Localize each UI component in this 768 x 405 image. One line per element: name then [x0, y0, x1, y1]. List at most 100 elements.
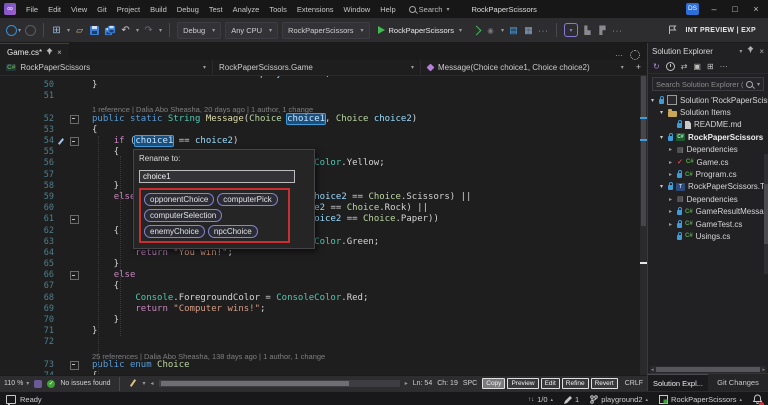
sync-commits-indicator[interactable]: ↑↓ 1/0 ▴: [528, 395, 553, 404]
rename-suggestion-chip[interactable]: npcChoice: [207, 224, 258, 238]
menu-project[interactable]: Project: [112, 5, 145, 14]
navigate-forward-icon[interactable]: [25, 23, 37, 37]
new-project-chevron[interactable]: ▾: [67, 27, 70, 34]
minimize-button[interactable]: –: [708, 4, 720, 14]
expand-arrow-icon[interactable]: ▾: [651, 97, 659, 104]
fold-marker[interactable]: [69, 360, 79, 370]
hot-reload-icon[interactable]: ◉: [485, 23, 496, 37]
new-project-icon[interactable]: [51, 23, 62, 37]
issues-label[interactable]: No issues found: [60, 380, 110, 387]
navigate-backward-icon[interactable]: ▾: [6, 23, 21, 37]
collapse-all-icon[interactable]: [693, 62, 701, 71]
tree-item-program-cs[interactable]: ▸Program.cs: [648, 168, 768, 180]
notifications-bell-icon[interactable]: [752, 393, 764, 405]
expand-arrow-icon[interactable]: ▸: [669, 146, 677, 153]
menu-edit[interactable]: Edit: [43, 5, 66, 14]
panel-vertical-scrollbar[interactable]: [764, 154, 768, 274]
fold-marker[interactable]: [69, 215, 79, 225]
document-health-icon[interactable]: [34, 379, 43, 388]
menu-debug[interactable]: Debug: [172, 5, 204, 14]
redo-icon[interactable]: [143, 23, 154, 37]
editor-button-preview[interactable]: Preview: [507, 378, 539, 390]
save-icon[interactable]: [89, 23, 100, 37]
undo-chevron[interactable]: ▾: [136, 27, 139, 34]
line-indicator[interactable]: Ln: 54: [413, 380, 432, 387]
spaces-indicator[interactable]: SPC: [463, 380, 477, 387]
menu-analyze[interactable]: Analyze: [228, 5, 265, 14]
editor-vertical-scrollbar[interactable]: [640, 75, 647, 376]
tree-item-solution-items[interactable]: ▾ Solution Items: [648, 106, 768, 118]
expand-arrow-icon[interactable]: ▸: [669, 171, 677, 178]
attach-process-icon[interactable]: [523, 23, 534, 37]
tab-game-cs[interactable]: Game.cs* ×: [0, 43, 69, 60]
tree-item-solution-rockpaperscissors-2[interactable]: ▾Solution 'RockPaperScissors' (2: [648, 94, 768, 106]
scrollbar-thumb[interactable]: [641, 75, 646, 226]
hot-reload-chevron[interactable]: ▾: [501, 27, 504, 34]
code-editor[interactable]: 49 return playerChoice;50}511 reference …: [0, 75, 647, 376]
toolbar-overflow-2-icon[interactable]: [612, 23, 623, 37]
rename-suggestion-chip[interactable]: computerPick: [217, 192, 278, 206]
split-editor-icon[interactable]: +: [630, 62, 647, 72]
platform-dropdown[interactable]: Any CPU ▾: [225, 21, 279, 39]
breadcrumb-type[interactable]: RockPaperScissors.Game ▾: [212, 60, 420, 75]
pin-icon[interactable]: [46, 48, 53, 56]
menu-file[interactable]: File: [21, 5, 43, 14]
scroll-right-arrow[interactable]: ▸: [405, 380, 408, 387]
tree-item-readme-md[interactable]: README.md: [648, 119, 768, 131]
panel-tab-solution-expl[interactable]: Solution Expl...: [648, 374, 708, 391]
panel-chevron-icon[interactable]: ▾: [739, 48, 742, 55]
expand-arrow-icon[interactable]: ▾: [660, 134, 668, 141]
editor-button-revert[interactable]: Revert: [590, 378, 618, 390]
scrollbar-thumb[interactable]: [160, 381, 349, 387]
scroll-left-arrow[interactable]: ◂: [151, 380, 154, 387]
tree-item-rockpaperscissors[interactable]: ▾RockPaperScissors: [648, 131, 768, 143]
menu-tools[interactable]: Tools: [264, 5, 292, 14]
search-control[interactable]: Search ▾: [408, 5, 449, 14]
solution-search-input[interactable]: Search Solution Explorer ( ▾: [652, 77, 764, 91]
send-feedback-icon[interactable]: [668, 25, 677, 35]
tree-item-game-cs[interactable]: ▸Game.cs: [648, 156, 768, 168]
tree-item-gameresultmessagete[interactable]: ▸GameResultMessageTe: [648, 206, 768, 218]
startup-project-dropdown[interactable]: RockPaperScissors ▾: [282, 21, 370, 39]
fold-marker[interactable]: [69, 271, 79, 281]
eol-indicator[interactable]: CRLF: [625, 380, 643, 387]
pending-changes-filter-icon[interactable]: [665, 61, 675, 71]
start-without-debugging-icon[interactable]: [470, 23, 482, 37]
quill-icon[interactable]: [128, 379, 137, 388]
sync-with-active-document-icon[interactable]: [681, 62, 688, 71]
panel-horizontal-scrollbar[interactable]: ◂ ▸: [650, 366, 766, 373]
fold-marker[interactable]: [69, 137, 79, 147]
copilot-icon[interactable]: ▾: [564, 23, 578, 37]
toolbar-overflow-icon[interactable]: [538, 23, 549, 37]
scroll-right-arrow[interactable]: ▸: [762, 367, 765, 373]
zoom-control[interactable]: 110 % ▾: [4, 380, 29, 387]
menu-view[interactable]: View: [66, 5, 92, 14]
expand-arrow-icon[interactable]: ▸: [669, 196, 677, 203]
undo-icon[interactable]: [120, 23, 131, 37]
user-avatar[interactable]: DS: [686, 3, 699, 15]
menu-help[interactable]: Help: [375, 5, 400, 14]
tree-item-dependencies[interactable]: ▸Dependencies: [648, 144, 768, 156]
expand-arrow-icon[interactable]: ▸: [669, 221, 677, 228]
tab-close-icon[interactable]: ×: [57, 48, 62, 57]
tree-item-rockpaperscissors-tests[interactable]: ▾RockPaperScissors.Tests: [648, 181, 768, 193]
save-all-icon[interactable]: [104, 23, 116, 37]
gear-icon[interactable]: [630, 50, 640, 60]
editor-button-refine[interactable]: Refine: [561, 378, 589, 390]
panel-pin-icon[interactable]: [747, 46, 754, 56]
feedback-icon[interactable]: [6, 395, 16, 405]
branch-indicator[interactable]: playground2 ▴: [590, 395, 648, 404]
maximize-button[interactable]: □: [729, 4, 741, 14]
expand-arrow-icon[interactable]: ▾: [660, 109, 668, 116]
breadcrumb-member[interactable]: Message(Choice choice1, Choice choice2) ▾: [420, 60, 630, 75]
pending-edits-indicator[interactable]: 1: [564, 395, 579, 404]
expand-arrow-icon[interactable]: ▸: [669, 208, 677, 215]
tree-item-gametest-cs[interactable]: ▸GameTest.cs: [648, 218, 768, 230]
codelens-annotation[interactable]: 25 references | Dalia Abo Sheasha, 138 d…: [0, 349, 640, 361]
editor-horizontal-scrollbar[interactable]: [158, 380, 400, 388]
rename-input[interactable]: [139, 169, 295, 183]
configuration-dropdown[interactable]: Debug ▾: [177, 21, 222, 39]
close-button[interactable]: ×: [750, 4, 762, 14]
editor-button-copy[interactable]: Copy: [482, 378, 506, 390]
rename-suggestion-chip[interactable]: computerSelection: [144, 208, 223, 222]
